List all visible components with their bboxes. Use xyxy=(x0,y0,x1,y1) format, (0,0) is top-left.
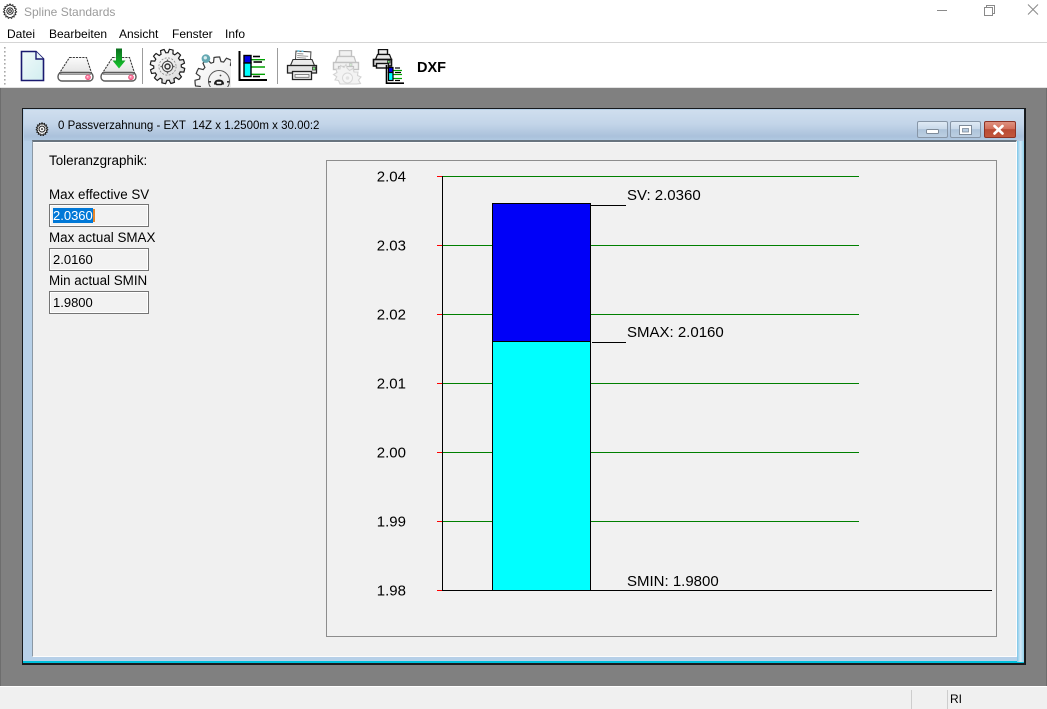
svg-text:1.98: 1.98 xyxy=(377,583,406,600)
svg-text:SV: 2.0360: SV: 2.0360 xyxy=(627,187,701,204)
svg-text:2.04: 2.04 xyxy=(377,169,406,186)
svg-text:2.03: 2.03 xyxy=(377,238,406,255)
svg-text:SMAX: 2.0160: SMAX: 2.0160 xyxy=(627,324,724,341)
svg-text:2.01: 2.01 xyxy=(377,376,406,393)
svg-text:2.00: 2.00 xyxy=(377,445,406,462)
svg-text:SMIN: 1.9800: SMIN: 1.9800 xyxy=(627,573,719,590)
svg-text:1.99: 1.99 xyxy=(377,514,406,531)
svg-text:2.02: 2.02 xyxy=(377,307,406,324)
